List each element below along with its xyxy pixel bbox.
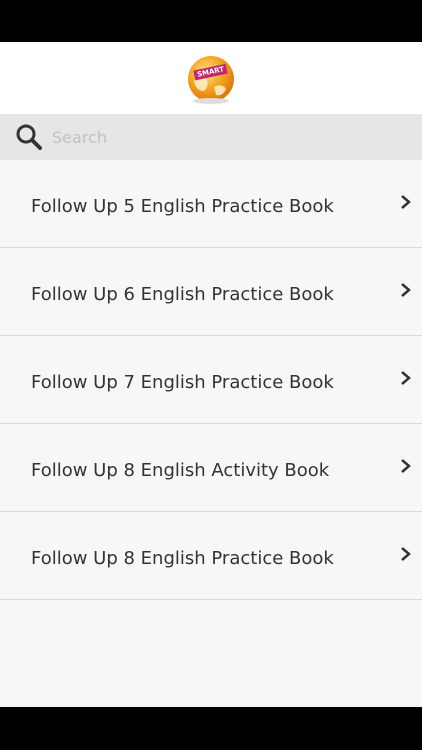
chevron-right-icon: [401, 547, 411, 561]
chevron-right-icon: [401, 283, 411, 297]
list-item[interactable]: Follow Up 8 English Practice Book: [0, 512, 422, 600]
app-header: SMART: [0, 42, 422, 114]
list-item-label: Follow Up 7 English Practice Book: [31, 372, 334, 393]
list-item[interactable]: Follow Up 7 English Practice Book: [0, 336, 422, 424]
book-list: Follow Up 5 English Practice Book Follow…: [0, 160, 422, 707]
chevron-right-icon: [401, 371, 411, 385]
status-bar: [0, 0, 422, 42]
search-bar[interactable]: [0, 114, 422, 160]
list-item[interactable]: Follow Up 6 English Practice Book: [0, 248, 422, 336]
list-item-label: Follow Up 8 English Activity Book: [31, 460, 330, 481]
list-item[interactable]: Follow Up 8 English Activity Book: [0, 424, 422, 512]
smart-english-logo-icon: SMART: [184, 51, 238, 105]
list-item-label: Follow Up 5 English Practice Book: [31, 196, 334, 217]
list-item-label: Follow Up 8 English Practice Book: [31, 548, 334, 569]
chevron-right-icon: [401, 459, 411, 473]
list-item[interactable]: Follow Up 5 English Practice Book: [0, 160, 422, 248]
chevron-right-icon: [401, 195, 411, 209]
search-icon: [16, 124, 42, 150]
search-input[interactable]: [52, 127, 392, 147]
bottom-bar: [0, 707, 422, 750]
list-item-label: Follow Up 6 English Practice Book: [31, 284, 334, 305]
